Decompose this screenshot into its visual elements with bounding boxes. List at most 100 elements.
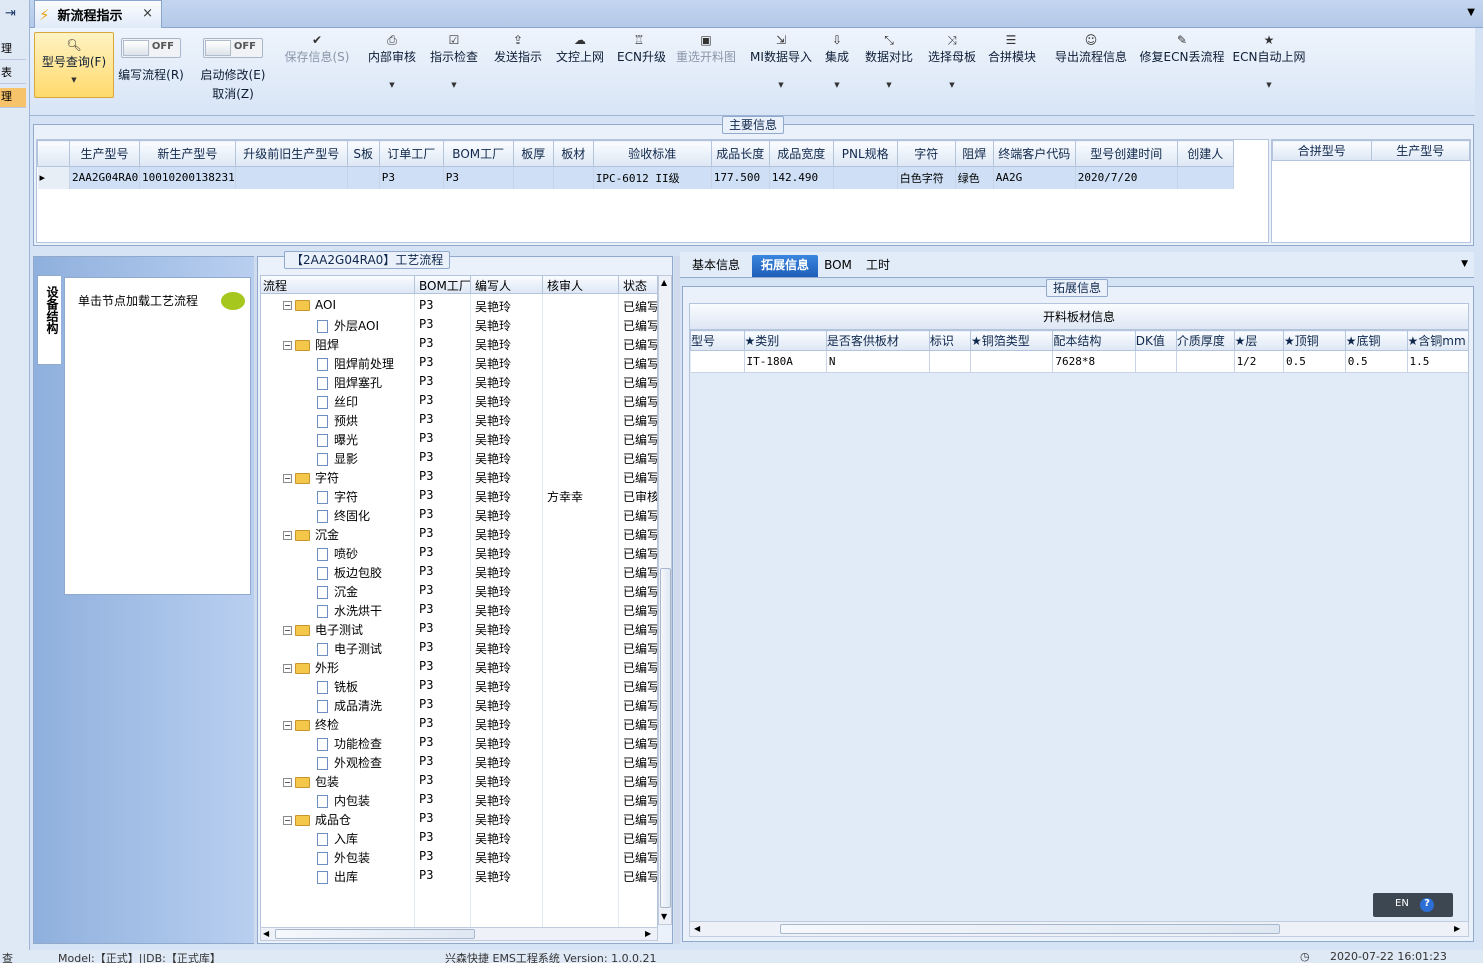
ribbon-button-6[interactable]: ▣ 重选开料图 xyxy=(674,28,738,100)
ext-cell[interactable]: N xyxy=(826,350,930,373)
process-node[interactable]: 内包装 xyxy=(317,792,370,809)
main-info-cell[interactable]: 白色字符 xyxy=(897,166,956,189)
ext-column-header[interactable]: ★底铜 xyxy=(1344,330,1408,351)
process-tree-row[interactable]: − 终检 P3 吴艳玲 已编写 xyxy=(261,714,657,733)
right-tab-menu-icon[interactable]: ▼ xyxy=(1461,259,1468,269)
right-tab-0[interactable]: 基本信息 xyxy=(684,255,748,277)
process-node[interactable]: − 电子测试 xyxy=(283,621,363,638)
process-tree-row[interactable]: 入库 P3 吴艳玲 已编写 xyxy=(261,828,657,847)
language-widget[interactable]: EN ? xyxy=(1373,893,1453,917)
process-column-header[interactable]: 状态 xyxy=(623,277,647,294)
column-header[interactable]: 成品宽度 xyxy=(768,140,834,167)
ext-hscrollbar[interactable]: ◀ ▶ xyxy=(689,921,1469,937)
ext-column-header[interactable]: DK值 xyxy=(1134,330,1177,351)
collapse-icon[interactable]: − xyxy=(283,664,292,673)
cancel-modify-label[interactable]: 取消(Z) xyxy=(198,85,268,102)
process-tree-row[interactable]: − AOI P3 吴艳玲 已编写 xyxy=(261,296,657,315)
ext-column-header[interactable]: ★含铜mm xyxy=(1406,330,1468,351)
column-header[interactable]: 终端客户代码 xyxy=(992,140,1076,167)
process-tree-row[interactable]: − 外形 P3 吴艳玲 已编写 xyxy=(261,657,657,676)
process-node[interactable]: − 阻焊 xyxy=(283,336,339,353)
column-header[interactable]: 成品长度 xyxy=(710,140,770,167)
process-tree-row[interactable]: 丝印 P3 吴艳玲 已编写 xyxy=(261,391,657,410)
ribbon-button-11[interactable]: ☰ 合拼模块 xyxy=(988,28,1036,100)
equipment-tree[interactable]: 单击节点加载工艺流程 xyxy=(64,277,251,595)
process-tree-row[interactable]: 终固化 P3 吴艳玲 已编写 xyxy=(261,505,657,524)
ribbon-button-14[interactable]: ★ ECN自动上网 ▼ xyxy=(1232,28,1306,100)
ribbon-button-4[interactable]: ☁ 文控上网 xyxy=(554,28,606,100)
ext-data-row[interactable]: IT-180A N 7628*8 1/2 0.5 0.5 1.5 xyxy=(690,350,1468,373)
collapse-icon[interactable]: − xyxy=(283,721,292,730)
process-tree-row[interactable]: − 电子测试 P3 吴艳玲 已编写 xyxy=(261,619,657,638)
process-node[interactable]: − 外形 xyxy=(283,659,339,676)
process-tree-row[interactable]: − 字符 P3 吴艳玲 已编写 xyxy=(261,467,657,486)
write-process-toggle[interactable]: OFF xyxy=(121,38,181,58)
ext-scroll-right-icon[interactable]: ▶ xyxy=(1454,924,1460,933)
left-nav-item-1[interactable]: 理 xyxy=(0,40,26,60)
process-hscrollbar[interactable]: ◀ ▶ xyxy=(260,927,658,941)
column-header[interactable]: 型号创建时间 xyxy=(1074,140,1178,167)
process-tree-row[interactable]: 阻焊前处理 P3 吴艳玲 已编写 xyxy=(261,353,657,372)
ext-cell[interactable]: 7628*8 xyxy=(1052,350,1136,373)
main-info-cell[interactable] xyxy=(833,166,898,189)
ext-column-header[interactable]: 配本结构 xyxy=(1052,330,1136,351)
process-node[interactable]: 功能检查 xyxy=(317,735,382,752)
process-node[interactable]: 终固化 xyxy=(317,507,370,524)
ribbon-button-2[interactable]: ☑ 指示检查 ▼ xyxy=(428,28,480,100)
model-query-button[interactable]: 🔍︎ 型号查询(F) ▼ xyxy=(34,32,114,98)
ribbon-button-10[interactable]: ⤨ 选择母板 ▼ xyxy=(925,28,979,100)
main-info-cell[interactable] xyxy=(235,166,348,189)
process-node[interactable]: − 字符 xyxy=(283,469,339,486)
tab-new-process-instruction[interactable]: ⚡ 新流程指示 × xyxy=(34,0,162,28)
process-tree-row[interactable]: 电子测试 P3 吴艳玲 已编写 xyxy=(261,638,657,657)
close-tab-icon[interactable]: × xyxy=(142,6,153,21)
process-tree-row[interactable]: 外层AOI P3 吴艳玲 已编写 xyxy=(261,315,657,334)
main-info-cell[interactable]: 10010200138231 xyxy=(139,166,236,189)
process-tree-row[interactable]: − 沉金 P3 吴艳玲 已编写 xyxy=(261,524,657,543)
process-node[interactable]: 喷砂 xyxy=(317,545,358,562)
process-node[interactable]: 入库 xyxy=(317,830,358,847)
process-node[interactable]: − AOI xyxy=(283,298,336,312)
ext-cell[interactable] xyxy=(970,350,1054,373)
ext-cell[interactable]: 1.5 xyxy=(1407,350,1468,373)
process-node[interactable]: 阻焊前处理 xyxy=(317,355,394,372)
ribbon-button-13[interactable]: ✎ 修复ECN丢流程 xyxy=(1139,28,1225,100)
vertical-tab-equipment[interactable]: 设备结构 xyxy=(37,275,61,365)
scroll-up-icon[interactable]: ▲ xyxy=(661,278,667,287)
main-info-cell[interactable]: 2AA2G04RA0 xyxy=(69,166,140,189)
column-header[interactable]: 字符 xyxy=(896,140,956,167)
process-hscroll-thumb[interactable] xyxy=(275,929,475,939)
left-nav-item-3[interactable]: 理 xyxy=(0,88,26,108)
process-tree-row[interactable]: 外包装 P3 吴艳玲 已编写 xyxy=(261,847,657,866)
process-tree-row[interactable]: 预烘 P3 吴艳玲 已编写 xyxy=(261,410,657,429)
ribbon-button-9[interactable]: ⤡ 数据对比 ▼ xyxy=(862,28,916,100)
process-node[interactable]: 预烘 xyxy=(317,412,358,429)
process-tree-row[interactable]: 显影 P3 吴艳玲 已编写 xyxy=(261,448,657,467)
main-info-cell[interactable]: P3 xyxy=(443,166,514,189)
language-code[interactable]: EN xyxy=(1395,898,1409,909)
collapse-icon[interactable]: − xyxy=(283,816,292,825)
main-info-cell[interactable] xyxy=(513,166,554,189)
ribbon-button-0[interactable]: ✔ 保存信息(S) xyxy=(284,28,350,100)
ribbon-button-5[interactable]: ♖ ECN升级 xyxy=(617,28,666,100)
ribbon-button-7[interactable]: ⇲ MI数据导入 ▼ xyxy=(748,28,814,100)
process-column-header[interactable]: 编写人 xyxy=(475,277,511,294)
ext-column-header[interactable]: 标识 xyxy=(928,330,972,351)
splitter-right[interactable] xyxy=(674,256,680,944)
ribbon-button-1[interactable]: ⎙ 内部审核 ▼ xyxy=(366,28,418,100)
ext-cell[interactable]: 0.5 xyxy=(1345,350,1408,373)
main-info-cell[interactable]: IPC-6012 II级 xyxy=(593,166,712,189)
ext-cell[interactable] xyxy=(1176,350,1235,373)
main-info-cell[interactable] xyxy=(1177,166,1234,189)
process-node[interactable]: 沉金 xyxy=(317,583,358,600)
right-tab-2[interactable]: BOM xyxy=(820,255,856,277)
process-node[interactable]: 电子测试 xyxy=(317,640,382,657)
collapse-icon[interactable]: − xyxy=(283,531,292,540)
ext-column-header[interactable]: ★类别 xyxy=(743,330,827,351)
collapse-icon[interactable]: − xyxy=(283,626,292,635)
help-icon[interactable]: ? xyxy=(1420,898,1434,912)
ext-cell[interactable] xyxy=(1135,350,1177,373)
process-tree-row[interactable]: 喷砂 P3 吴艳玲 已编写 xyxy=(261,543,657,562)
process-vscrollbar[interactable]: ▲ ▼ xyxy=(658,275,672,925)
process-tree-row[interactable]: 铣板 P3 吴艳玲 已编写 xyxy=(261,676,657,695)
